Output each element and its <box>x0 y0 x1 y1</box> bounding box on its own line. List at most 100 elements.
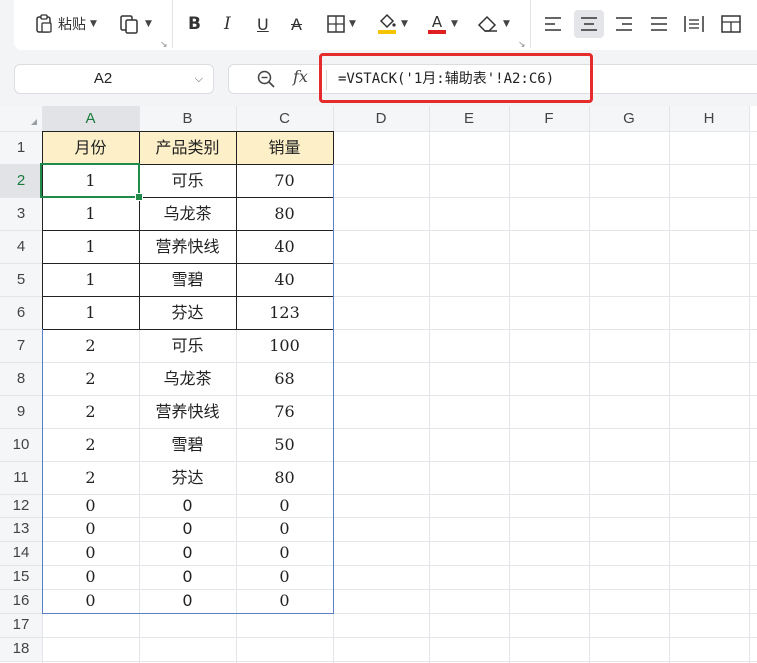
column-header[interactable]: D <box>333 106 429 131</box>
chevron-down-icon: ▼ <box>451 19 458 29</box>
row-header[interactable]: 8 <box>0 362 42 395</box>
row-header[interactable]: 15 <box>0 565 42 589</box>
fill-color-button[interactable]: ▼ <box>377 10 408 38</box>
table-cell[interactable]: 1 <box>42 263 139 296</box>
table-cell[interactable]: 可乐 <box>139 329 236 362</box>
table-cell[interactable]: 2 <box>42 362 139 395</box>
table-cell[interactable]: 可乐 <box>139 164 236 197</box>
column-header[interactable]: C <box>236 106 333 131</box>
table-cell[interactable]: 芬达 <box>139 461 236 494</box>
name-box[interactable]: A2 ⌵ <box>14 64 214 94</box>
table-cell[interactable]: 0 <box>42 541 139 565</box>
underline-button[interactable]: U <box>257 10 269 38</box>
fill-handle[interactable] <box>135 193 143 201</box>
row-header[interactable]: 6 <box>0 296 42 329</box>
row-header[interactable]: 18 <box>0 637 42 661</box>
table-cell[interactable]: 1 <box>42 197 139 230</box>
row-header[interactable]: 9 <box>0 395 42 428</box>
row-header[interactable]: 7 <box>0 329 42 362</box>
table-cell[interactable]: 营养快线 <box>139 230 236 263</box>
table-cell[interactable]: 50 <box>236 428 333 461</box>
row-header[interactable]: 3 <box>0 197 42 230</box>
table-cell[interactable]: 0 <box>42 494 139 517</box>
table-cell[interactable]: 0 <box>42 565 139 589</box>
row-header[interactable]: 17 <box>0 613 42 637</box>
column-header[interactable]: A <box>42 106 139 131</box>
spreadsheet-grid[interactable]: A B C D E F G H 1 2 3 4 5 6 7 8 9 10 11 12 13 14 15 16 17 18 月份 产品类… <box>0 106 757 663</box>
table-cell[interactable]: 2 <box>42 428 139 461</box>
border-button[interactable]: ▼ <box>327 10 356 38</box>
table-cell[interactable]: 雪碧 <box>139 428 236 461</box>
table-header-cell[interactable]: 产品类别 <box>139 131 236 164</box>
align-center-button[interactable] <box>574 10 604 38</box>
function-icon[interactable]: fx <box>293 67 308 86</box>
distribute-button[interactable] <box>684 10 704 38</box>
table-cell[interactable]: 营养快线 <box>139 395 236 428</box>
table-cell[interactable]: 100 <box>236 329 333 362</box>
row-header[interactable]: 16 <box>0 589 42 613</box>
table-header-cell[interactable]: 月份 <box>42 131 139 164</box>
strikethrough-button[interactable]: A <box>291 10 302 38</box>
table-cell[interactable]: 0 <box>236 494 333 517</box>
row-header[interactable]: 11 <box>0 461 42 494</box>
column-header[interactable]: H <box>669 106 749 131</box>
paste-button[interactable]: 粘贴 ▼ <box>34 10 97 38</box>
column-header[interactable]: B <box>139 106 236 131</box>
row-header[interactable]: 5 <box>0 263 42 296</box>
row-header[interactable]: 14 <box>0 541 42 565</box>
table-cell[interactable]: 0 <box>236 565 333 589</box>
align-left-button[interactable] <box>544 10 562 38</box>
column-header[interactable]: F <box>509 106 589 131</box>
row-header[interactable]: 2 <box>0 164 42 197</box>
row-header[interactable]: 12 <box>0 494 42 517</box>
chevron-down-icon[interactable]: ⌵ <box>195 65 203 93</box>
table-cell[interactable]: 2 <box>42 329 139 362</box>
table-cell[interactable]: 芬达 <box>139 296 236 329</box>
table-cell[interactable]: 乌龙茶 <box>139 197 236 230</box>
table-cell[interactable]: 0 <box>42 517 139 541</box>
table-cell[interactable]: 0 <box>236 541 333 565</box>
table-cell[interactable]: 76 <box>236 395 333 428</box>
zoom-icon[interactable] <box>256 69 276 93</box>
select-all-corner[interactable] <box>0 106 42 131</box>
column-header[interactable]: G <box>589 106 669 131</box>
row-header[interactable]: 13 <box>0 517 42 541</box>
table-cell[interactable]: 2 <box>42 395 139 428</box>
table-cell[interactable]: 70 <box>236 164 333 197</box>
table-cell[interactable]: 0 <box>139 565 236 589</box>
table-cell[interactable]: 0 <box>139 589 236 613</box>
table-cell[interactable]: 0 <box>42 589 139 613</box>
table-cell[interactable]: 1 <box>42 296 139 329</box>
table-cell[interactable]: 68 <box>236 362 333 395</box>
row-header[interactable]: 10 <box>0 428 42 461</box>
row-header[interactable]: 4 <box>0 230 42 263</box>
table-cell[interactable]: 乌龙茶 <box>139 362 236 395</box>
merge-button[interactable] <box>721 10 741 38</box>
font-color-button[interactable]: A ▼ <box>427 10 458 38</box>
table-cell[interactable]: 0 <box>139 541 236 565</box>
row-header[interactable]: 1 <box>0 131 42 164</box>
table-cell[interactable]: 40 <box>236 230 333 263</box>
bold-button[interactable]: B <box>188 10 201 38</box>
format-painter-button[interactable]: ▼ <box>119 10 152 38</box>
table-cell[interactable]: 1 <box>42 230 139 263</box>
gridline <box>749 106 750 663</box>
table-cell[interactable]: 123 <box>236 296 333 329</box>
table-cell[interactable]: 0 <box>139 517 236 541</box>
table-cell[interactable]: 80 <box>236 461 333 494</box>
table-cell[interactable]: 雪碧 <box>139 263 236 296</box>
clear-button[interactable]: ▼ <box>477 10 510 38</box>
table-cell[interactable]: 40 <box>236 263 333 296</box>
justify-button[interactable] <box>650 10 668 38</box>
table-header-cell[interactable]: 销量 <box>236 131 333 164</box>
italic-button[interactable]: I <box>224 10 231 38</box>
table-cell[interactable]: 80 <box>236 197 333 230</box>
table-cell[interactable]: 2 <box>42 461 139 494</box>
align-right-button[interactable] <box>615 10 633 38</box>
table-cell[interactable]: 0 <box>139 494 236 517</box>
expand-icon[interactable]: ↘ <box>160 40 168 50</box>
expand-icon[interactable]: ↘ <box>518 40 526 50</box>
table-cell[interactable]: 0 <box>236 517 333 541</box>
table-cell[interactable]: 0 <box>236 589 333 613</box>
column-header[interactable]: E <box>429 106 509 131</box>
